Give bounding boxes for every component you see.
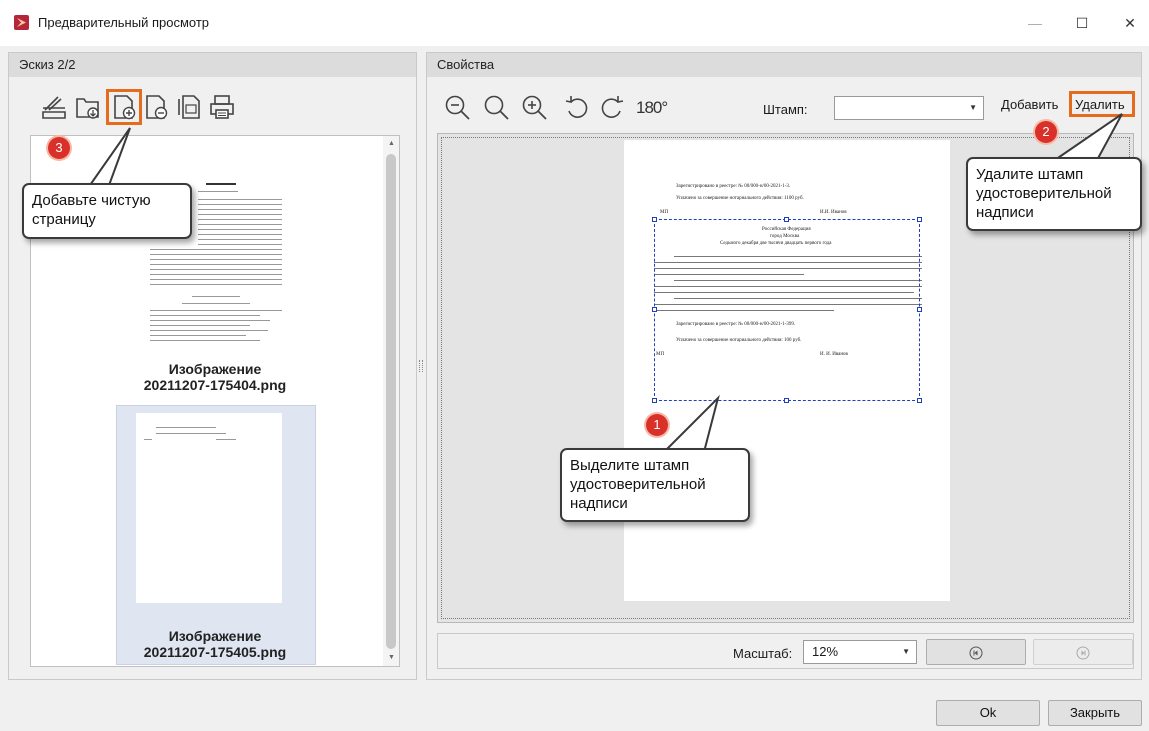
minimize-button[interactable]: — bbox=[1020, 12, 1050, 34]
properties-panel-title: Свойства bbox=[427, 53, 1141, 77]
close-button[interactable]: ✕ bbox=[1115, 12, 1145, 34]
chevron-down-icon: ▼ bbox=[969, 103, 977, 112]
scroll-up-icon[interactable]: ▲ bbox=[388, 140, 395, 147]
import-folder-icon[interactable] bbox=[74, 93, 102, 121]
scrollbar-thumb[interactable] bbox=[386, 154, 396, 649]
stamp-label: Штамп: bbox=[763, 102, 808, 117]
remove-page-icon[interactable] bbox=[142, 93, 170, 121]
scale-select[interactable]: 12% ▼ bbox=[803, 640, 917, 664]
rotate-right-icon[interactable] bbox=[597, 93, 627, 126]
thumbnail-page-2[interactable] bbox=[136, 413, 282, 603]
scale-label: Масштаб: bbox=[733, 646, 793, 661]
thumbnail-1-label: Изображение 20211207-175404.png bbox=[143, 361, 287, 393]
step-badge-3: 3 bbox=[48, 137, 70, 159]
resize-handle-br[interactable] bbox=[917, 398, 922, 403]
rotate-left-icon[interactable] bbox=[562, 93, 592, 126]
scanner-icon[interactable] bbox=[40, 93, 68, 121]
resize-handle-tl[interactable] bbox=[652, 217, 657, 222]
scroll-down-icon[interactable]: ▼ bbox=[388, 654, 395, 661]
resize-handle-l[interactable] bbox=[652, 307, 657, 312]
callout-delete-stamp: Удалите штамп удостоверительной надписи bbox=[966, 157, 1142, 231]
stamp-selection-box[interactable] bbox=[654, 219, 920, 401]
resize-handle-tr[interactable] bbox=[917, 217, 922, 222]
close-dialog-button[interactable]: Закрыть bbox=[1048, 700, 1142, 726]
app-logo-icon bbox=[14, 15, 29, 30]
previous-page-button[interactable] bbox=[926, 639, 1026, 665]
step-badge-1: 1 bbox=[646, 414, 668, 436]
splitter-handle[interactable] bbox=[419, 360, 423, 372]
doc-line-fee: Уплачено за совершение нотариального дей… bbox=[676, 196, 804, 201]
thumbnail-2-label: Изображение 20211207-175405.png bbox=[143, 628, 287, 660]
maximize-button[interactable]: ☐ bbox=[1067, 12, 1097, 34]
resize-handle-b[interactable] bbox=[784, 398, 789, 403]
zoom-in-icon[interactable] bbox=[520, 93, 550, 126]
next-page-button[interactable] bbox=[1033, 639, 1133, 665]
thumbnail-scrollbar[interactable]: ▲ ▼ bbox=[383, 136, 399, 666]
callout-select-stamp: Выделите штамп удостоверительной надписи bbox=[560, 448, 750, 522]
title-bar: Предварительный просмотр — ☐ ✕ bbox=[0, 0, 1149, 46]
window-title: Предварительный просмотр bbox=[38, 15, 210, 30]
step-badge-2: 2 bbox=[1035, 121, 1057, 143]
doc-line-mp: МП bbox=[660, 210, 669, 215]
doc-line-registry: Зарегистрировано в реестре: № 00/000-н/0… bbox=[676, 184, 791, 189]
previous-icon bbox=[969, 646, 983, 660]
copy-page-icon[interactable] bbox=[175, 93, 203, 121]
chevron-down-icon: ▼ bbox=[902, 647, 910, 656]
ok-button[interactable]: Ok bbox=[936, 700, 1040, 726]
next-icon bbox=[1076, 646, 1090, 660]
callout-add-page: Добавьте чистую страницу bbox=[22, 183, 192, 239]
stamp-select[interactable]: ▼ bbox=[834, 96, 984, 120]
resize-handle-t[interactable] bbox=[784, 217, 789, 222]
zoom-fit-icon[interactable] bbox=[482, 93, 512, 126]
print-icon[interactable] bbox=[208, 93, 236, 121]
resize-handle-r[interactable] bbox=[917, 307, 922, 312]
zoom-out-icon[interactable] bbox=[443, 93, 473, 126]
thumbnails-panel-title: Эскиз 2/2 bbox=[9, 53, 416, 77]
doc-line-signature: И.И. Иванов bbox=[820, 210, 847, 215]
rotate-180-button[interactable]: 180° bbox=[636, 98, 668, 118]
